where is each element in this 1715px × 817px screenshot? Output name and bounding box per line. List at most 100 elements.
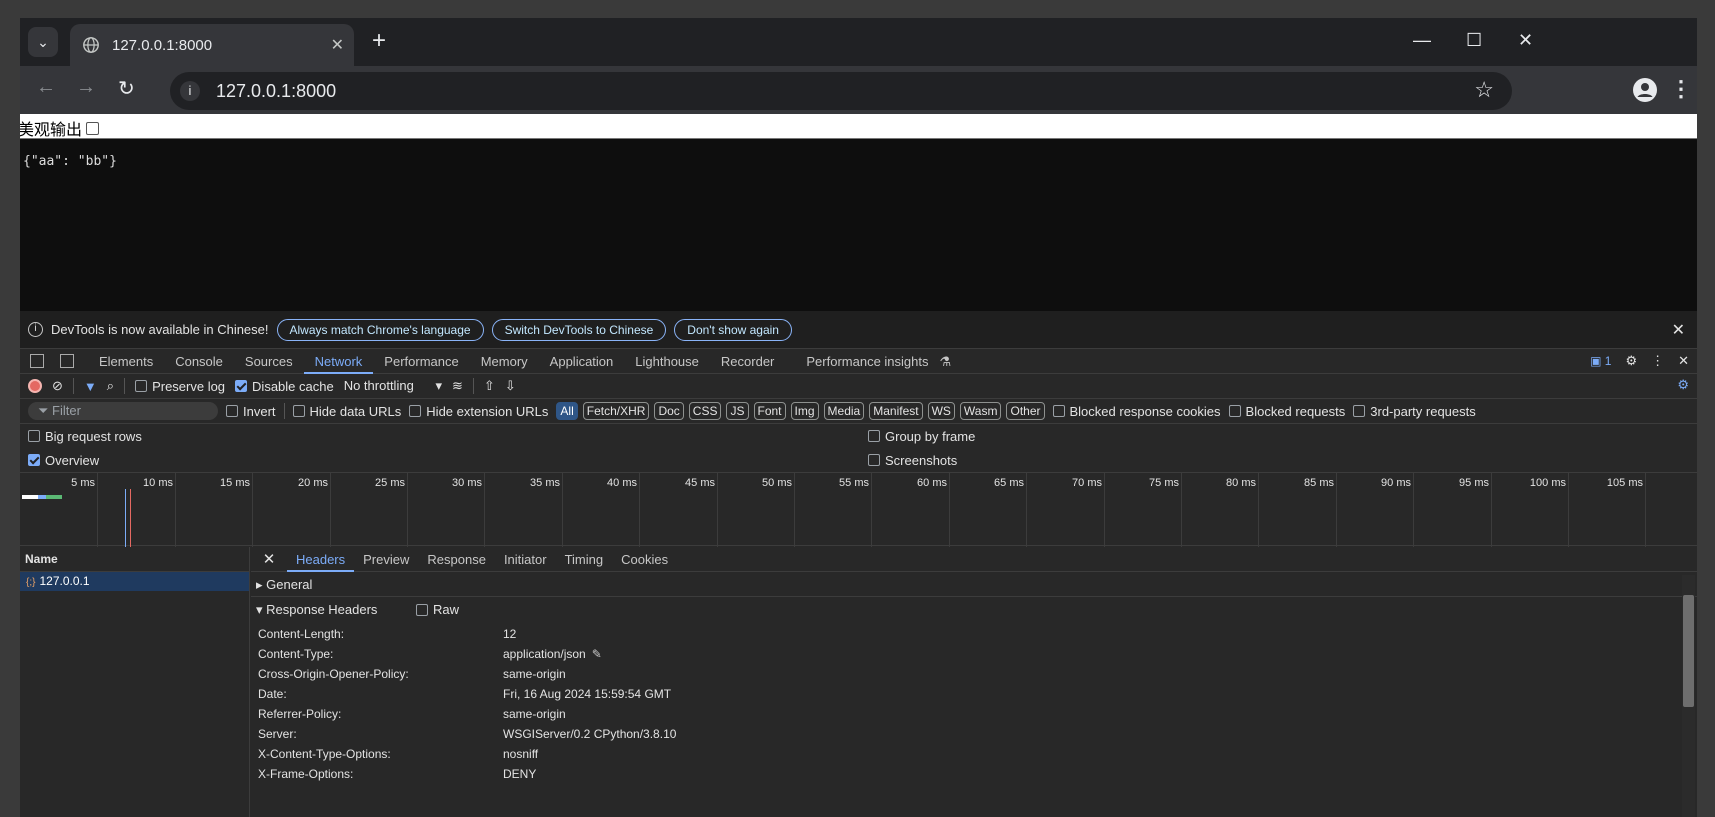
bookmark-star-icon[interactable]: ☆ — [1474, 77, 1494, 103]
checkbox-box[interactable] — [868, 454, 880, 466]
settings-gear-icon[interactable]: ⚙ — [1625, 353, 1637, 369]
type-filter-all[interactable]: All — [556, 402, 578, 420]
response-headers-section-toggle[interactable]: ▾ Response Headers Raw — [251, 597, 1697, 622]
devtools-menu-icon[interactable]: ⋮ — [1651, 353, 1664, 369]
filter-input[interactable]: ⏷ Filter — [28, 402, 218, 420]
close-devtools-icon[interactable]: ✕ — [1678, 353, 1689, 369]
type-filter-other[interactable]: Other — [1006, 402, 1045, 420]
tab-preview[interactable]: Preview — [354, 547, 418, 572]
import-har-icon[interactable]: ⇧ — [484, 378, 495, 394]
tab-cookies[interactable]: Cookies — [612, 547, 677, 572]
preserve-log-checkbox[interactable]: Preserve log — [135, 379, 225, 394]
browser-tab[interactable]: 127.0.0.1:8000 ✕ — [70, 24, 354, 66]
menu-kebab-icon[interactable]: ⋮ — [1670, 76, 1692, 102]
network-overview-timeline[interactable]: 5 ms 10 ms 15 ms 20 ms 25 ms 30 ms 35 ms 40 ms 4… — [20, 472, 1697, 547]
type-filter-css[interactable]: CSS — [688, 402, 722, 420]
maximize-icon[interactable]: ☐ — [1466, 30, 1482, 51]
checkbox-box[interactable] — [135, 380, 148, 392]
profile-icon[interactable] — [1633, 78, 1657, 102]
tab-lighthouse[interactable]: Lighthouse — [624, 349, 710, 374]
tab-memory[interactable]: Memory — [470, 349, 539, 374]
type-filter-js[interactable]: JS — [726, 402, 749, 420]
type-filter-manifest[interactable]: Manifest — [869, 402, 923, 420]
type-filter-ws[interactable]: WS — [927, 402, 955, 420]
blocked-requests-checkbox[interactable]: Blocked requests — [1228, 404, 1345, 419]
tab-headers[interactable]: Headers — [287, 547, 355, 572]
tab-network[interactable]: Network — [303, 349, 374, 374]
type-filter-doc[interactable]: Doc — [654, 402, 684, 420]
checkbox-box[interactable] — [28, 454, 40, 466]
tab-response[interactable]: Response — [418, 547, 495, 572]
hide-extension-urls-checkbox[interactable]: Hide extension URLs — [409, 404, 548, 419]
close-detail-icon[interactable]: ✕ — [251, 550, 287, 568]
switch-to-chinese-button[interactable]: Switch DevTools to Chinese — [491, 318, 667, 341]
new-tab-icon[interactable]: + — [372, 29, 386, 53]
pretty-print-toggle[interactable]: 美观输出 — [20, 116, 100, 140]
inspect-element-icon[interactable] — [30, 354, 44, 368]
disable-cache-checkbox[interactable]: Disable cache — [235, 379, 334, 394]
tab-performance[interactable]: Performance — [373, 349, 469, 374]
back-icon[interactable]: ← — [36, 76, 56, 99]
raw-checkbox[interactable]: Raw — [416, 597, 459, 622]
forward-icon[interactable]: → — [76, 76, 96, 99]
match-language-button[interactable]: Always match Chrome's language — [276, 318, 484, 341]
export-har-icon[interactable]: ⇩ — [505, 378, 516, 394]
type-filter-fetch-xhr[interactable]: Fetch/XHR — [582, 402, 650, 420]
checkbox-box[interactable] — [235, 380, 248, 392]
clear-icon[interactable]: ⊘ — [52, 378, 63, 394]
tab-application[interactable]: Application — [539, 349, 625, 374]
checkbox-box[interactable] — [868, 430, 880, 442]
checkbox-box[interactable] — [409, 405, 422, 417]
throttling-select[interactable]: No throttling ▾ — [344, 378, 442, 394]
issues-badge[interactable]: ▣ 1 — [1590, 354, 1611, 368]
type-filter-font[interactable]: Font — [753, 402, 786, 420]
type-filter-media[interactable]: Media — [823, 402, 865, 420]
network-conditions-icon[interactable]: ≋ — [452, 378, 463, 394]
tab-initiator[interactable]: Initiator — [495, 547, 556, 572]
checkbox-box[interactable] — [226, 405, 238, 417]
type-filter-wasm[interactable]: Wasm — [959, 402, 1002, 420]
reload-icon[interactable]: ↻ — [118, 76, 135, 101]
general-section-toggle[interactable]: ▸ General — [251, 572, 1697, 597]
close-window-icon[interactable]: ✕ — [1518, 30, 1533, 51]
tab-performance-insights[interactable]: Performance insights — [795, 349, 939, 374]
address-bar[interactable]: i 127.0.0.1:8000 ☆ — [170, 72, 1512, 110]
close-infobar-icon[interactable]: ✕ — [1672, 320, 1685, 340]
pretty-print-checkbox[interactable] — [86, 121, 100, 135]
detail-scrollbar[interactable] — [1682, 575, 1695, 817]
third-party-checkbox[interactable]: 3rd-party requests — [1353, 404, 1476, 419]
checkbox-box[interactable] — [1228, 405, 1241, 417]
tab-search-chevron-icon[interactable]: ⌄ — [28, 27, 58, 57]
record-icon[interactable] — [28, 379, 42, 393]
close-tab-icon[interactable]: ✕ — [331, 35, 344, 55]
group-by-frame-checkbox[interactable]: Group by frame — [868, 429, 975, 444]
tab-timing[interactable]: Timing — [556, 547, 613, 572]
url-text[interactable]: 127.0.0.1:8000 — [216, 81, 336, 102]
tab-sources[interactable]: Sources — [234, 349, 304, 374]
name-column-header[interactable]: Name — [20, 547, 249, 572]
checkbox-box[interactable] — [416, 603, 428, 616]
tab-elements[interactable]: Elements — [88, 349, 164, 374]
big-request-rows-checkbox[interactable]: Big request rows — [28, 429, 142, 444]
filter-funnel-icon[interactable]: ▼ — [84, 379, 97, 394]
site-info-icon[interactable]: i — [180, 81, 200, 101]
tab-recorder[interactable]: Recorder — [710, 349, 785, 374]
tab-console[interactable]: Console — [164, 349, 234, 374]
checkbox-box[interactable] — [1353, 405, 1366, 417]
type-filter-img[interactable]: Img — [790, 402, 819, 420]
scrollbar-thumb[interactable] — [1683, 595, 1694, 707]
checkbox-box[interactable] — [28, 430, 40, 442]
hide-data-urls-checkbox[interactable]: Hide data URLs — [292, 404, 401, 419]
edit-pencil-icon[interactable]: ✎ — [592, 644, 602, 664]
screenshots-checkbox[interactable]: Screenshots — [868, 453, 957, 468]
invert-checkbox[interactable]: Invert — [226, 404, 276, 419]
checkbox-box[interactable] — [292, 405, 305, 417]
dont-show-again-button[interactable]: Don't show again — [674, 318, 792, 341]
device-toolbar-icon[interactable] — [60, 354, 74, 368]
minimize-icon[interactable]: — — [1413, 30, 1431, 51]
network-settings-gear-icon[interactable]: ⚙ — [1677, 377, 1689, 393]
request-row[interactable]: {;} 127.0.0.1 — [20, 572, 249, 591]
checkbox-box[interactable] — [1052, 405, 1065, 417]
overview-checkbox[interactable]: Overview — [28, 453, 99, 468]
blocked-cookies-checkbox[interactable]: Blocked response cookies — [1052, 404, 1221, 419]
